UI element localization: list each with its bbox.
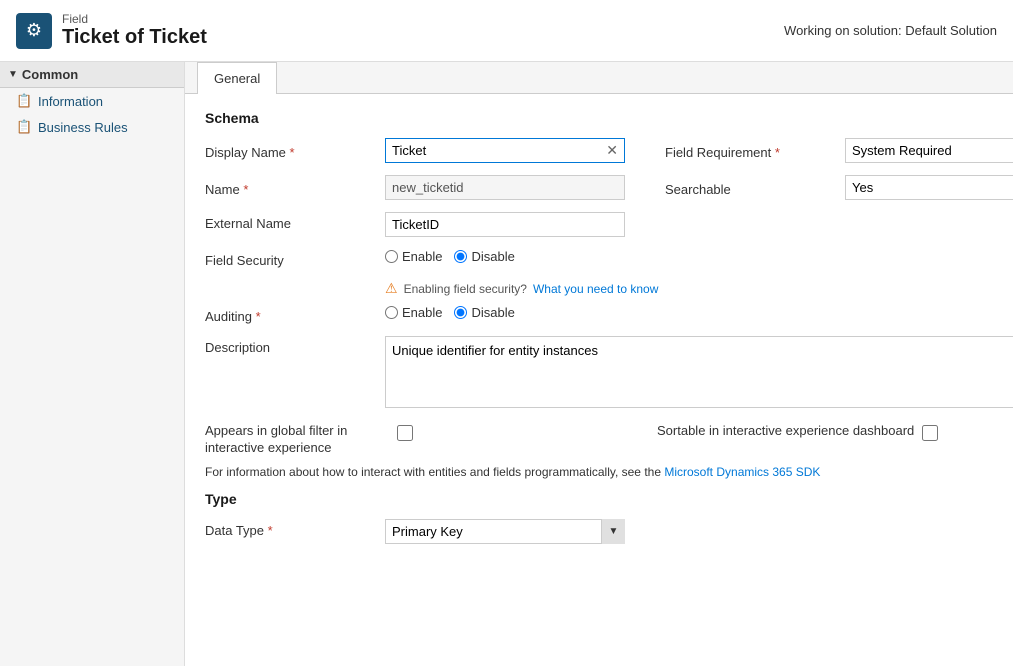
sidebar-item-business-rules-label: Business Rules	[38, 120, 128, 135]
sortable-col: Sortable in interactive experience dashb…	[657, 423, 938, 441]
description-control: Unique identifier for entity instances	[385, 336, 1013, 411]
data-type-select-wrapper[interactable]: Primary Key ▼	[385, 519, 625, 544]
sidebar-item-information-label: Information	[38, 94, 103, 109]
info-text: For information about how to interact wi…	[205, 465, 993, 479]
sidebar: ▼ Common 📋 Information 📋 Business Rules	[0, 62, 185, 666]
field-requirement-label: Field Requirement *	[665, 141, 845, 160]
searchable-col: Searchable Yes No ▼	[665, 175, 1013, 200]
warning-link[interactable]: What you need to know	[533, 282, 658, 296]
auditing-disable-radio[interactable]	[454, 306, 467, 319]
field-label: Field	[62, 12, 207, 26]
tab-general[interactable]: General	[197, 62, 277, 94]
field-security-warning: ⚠ Enabling field security? What you need…	[385, 280, 993, 297]
global-filter-checkbox-col	[397, 423, 413, 441]
display-name-row: Display Name * ✕ Field Requirement * Sys…	[205, 138, 993, 163]
page-title: Ticket of Ticket	[62, 26, 207, 49]
description-label: Description	[205, 336, 385, 355]
sortable-checkbox[interactable]	[922, 425, 938, 441]
field-security-label: Field Security	[205, 249, 385, 268]
sidebar-section-common[interactable]: ▼ Common	[0, 62, 184, 88]
warning-text: Enabling field security?	[404, 282, 527, 296]
title-area: Field Ticket of Ticket	[62, 12, 207, 49]
information-icon: 📋	[16, 93, 32, 109]
sortable-label: Sortable in interactive experience dashb…	[657, 423, 914, 440]
field-requirement-select-wrapper[interactable]: System Required Business Required Busine…	[845, 138, 1013, 163]
type-section-title: Type	[205, 491, 993, 507]
external-name-input[interactable]	[385, 212, 625, 237]
working-on-solution: Working on solution: Default Solution	[784, 23, 997, 38]
sdk-link[interactable]: Microsoft Dynamics 365 SDK	[664, 465, 820, 479]
searchable-label: Searchable	[665, 178, 845, 197]
external-name-label: External Name	[205, 212, 385, 231]
global-filter-label: Appears in global filter in interactive …	[205, 423, 385, 457]
name-input: new_ticketid	[385, 175, 625, 200]
display-name-clear-button[interactable]: ✕	[600, 140, 624, 161]
description-textarea[interactable]: Unique identifier for entity instances	[385, 336, 1013, 408]
data-type-row: Data Type * Primary Key ▼	[205, 519, 993, 544]
data-type-label: Data Type *	[205, 519, 385, 538]
display-name-col: Display Name * ✕	[205, 138, 625, 163]
top-bar: ⚙ Field Ticket of Ticket Working on solu…	[0, 0, 1013, 62]
warning-triangle-icon: ⚠	[385, 280, 398, 297]
display-name-input-wrapper[interactable]: ✕	[385, 138, 625, 163]
field-security-enable-label: Enable	[402, 249, 442, 264]
field-security-control: Enable Disable	[385, 249, 993, 264]
description-row: Description Unique identifier for entity…	[205, 336, 993, 411]
auditing-radio-group: Enable Disable	[385, 305, 993, 320]
name-label: Name *	[205, 178, 385, 197]
field-requirement-select[interactable]: System Required Business Required Busine…	[845, 138, 1013, 163]
sidebar-item-information[interactable]: 📋 Information	[0, 88, 184, 114]
top-bar-left: ⚙ Field Ticket of Ticket	[16, 12, 207, 49]
global-filter-row: Appears in global filter in interactive …	[205, 423, 993, 457]
display-name-input[interactable]	[386, 139, 600, 162]
searchable-select[interactable]: Yes No	[845, 175, 1013, 200]
auditing-enable-radio[interactable]	[385, 306, 398, 319]
auditing-label: Auditing *	[205, 305, 385, 324]
external-name-control	[385, 212, 993, 237]
sidebar-item-business-rules[interactable]: 📋 Business Rules	[0, 114, 184, 140]
layout: ▼ Common 📋 Information 📋 Business Rules …	[0, 62, 1013, 666]
main-content: General Schema Display Name * ✕	[185, 62, 1013, 666]
name-row: Name * new_ticketid Searchable Yes No ▼	[205, 175, 993, 200]
external-name-row: External Name	[205, 212, 993, 237]
global-filter-checkbox[interactable]	[397, 425, 413, 441]
app-icon: ⚙	[16, 13, 52, 49]
business-rules-icon: 📋	[16, 119, 32, 135]
schema-section-title: Schema	[205, 110, 993, 126]
type-section: Type Data Type * Primary Key ▼	[205, 491, 993, 544]
tab-general-label: General	[214, 71, 260, 86]
field-security-disable-option[interactable]: Disable	[454, 249, 514, 264]
name-col: Name * new_ticketid	[205, 175, 625, 200]
field-security-enable-radio[interactable]	[385, 250, 398, 263]
display-name-label: Display Name *	[205, 141, 385, 160]
sidebar-section-label: Common	[22, 67, 78, 82]
auditing-enable-label: Enable	[402, 305, 442, 320]
data-type-control: Primary Key ▼	[385, 519, 993, 544]
tabs-bar: General	[185, 62, 1013, 94]
collapse-arrow-icon: ▼	[8, 69, 18, 80]
field-security-disable-radio[interactable]	[454, 250, 467, 263]
searchable-select-wrapper[interactable]: Yes No ▼	[845, 175, 1013, 200]
field-security-row: Field Security Enable Disable	[205, 249, 993, 268]
field-security-disable-label: Disable	[471, 249, 514, 264]
field-security-enable-option[interactable]: Enable	[385, 249, 442, 264]
data-type-select[interactable]: Primary Key	[385, 519, 625, 544]
auditing-control: Enable Disable	[385, 305, 993, 320]
gear-icon: ⚙	[26, 20, 42, 41]
auditing-disable-option[interactable]: Disable	[454, 305, 514, 320]
content-area: Schema Display Name * ✕ Field Requiremen…	[185, 94, 1013, 572]
auditing-row: Auditing * Enable Disable	[205, 305, 993, 324]
auditing-enable-option[interactable]: Enable	[385, 305, 442, 320]
auditing-disable-label: Disable	[471, 305, 514, 320]
field-requirement-col: Field Requirement * System Required Busi…	[665, 138, 1013, 163]
field-security-radio-group: Enable Disable	[385, 249, 993, 264]
